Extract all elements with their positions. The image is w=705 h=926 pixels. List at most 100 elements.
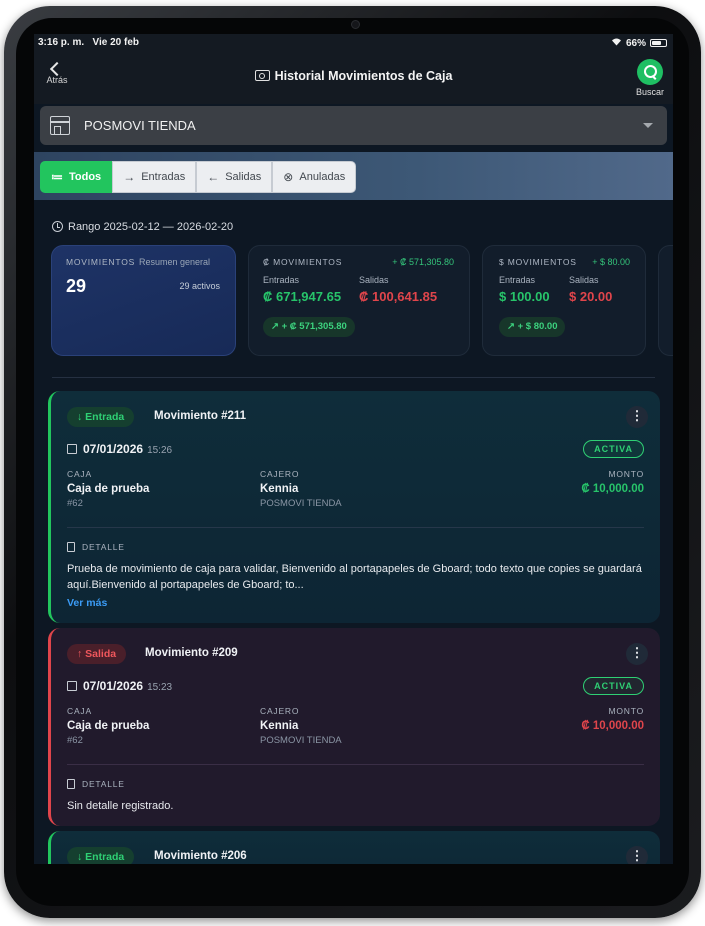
summary-sublabel: Resumen general <box>139 257 211 267</box>
colones-net: + ₡ 571,305.80 <box>392 257 454 267</box>
movement-card[interactable]: ↓ Entrada Movimiento #206 ⋮ <box>48 831 660 864</box>
front-camera <box>351 20 360 29</box>
dolares-in-value: $ 100.00 <box>499 289 550 304</box>
monto-value: ₡ 10,000.00 <box>581 720 644 732</box>
movement-title: Movimiento #211 <box>154 410 247 422</box>
store-icon <box>50 116 70 135</box>
arrow-left-icon: ← <box>207 170 220 184</box>
colones-out-label: Salidas <box>359 275 389 285</box>
summary-label: MOVIMIENTOS <box>66 257 136 267</box>
detalle-text: Sin detalle registrado. <box>67 800 174 812</box>
cash-register-icon <box>254 70 270 81</box>
cajero-value: Kennia <box>260 720 299 732</box>
filter-salidas[interactable]: ← Salidas <box>196 161 273 193</box>
status-time: 3:16 p. m. <box>38 37 85 48</box>
battery-icon <box>650 39 667 47</box>
more-options-button[interactable]: ⋮ <box>626 846 648 864</box>
filter-todos[interactable]: ≔ Todos <box>40 161 113 193</box>
colones-label: ₡ MOVIMIENTOS <box>263 257 343 267</box>
caja-id: #62 <box>67 498 83 509</box>
caja-label: CAJA <box>67 469 92 479</box>
movement-date: 07/01/2026 15:23 <box>67 679 172 693</box>
colones-net-pill: ↗ + ₡ 571,305.80 <box>263 317 355 337</box>
search-button[interactable]: Buscar <box>633 59 667 97</box>
movement-time: 15:23 <box>147 682 173 693</box>
store-selector[interactable]: POSMOVI TIENDA <box>40 106 667 145</box>
monto-value: ₡ 10,000.00 <box>581 483 644 495</box>
status-badge: ACTIVA <box>583 677 644 695</box>
more-options-button[interactable]: ⋮ <box>626 643 648 665</box>
caret-down-icon <box>643 123 653 128</box>
ver-mas-link[interactable]: Ver más <box>67 597 107 609</box>
dolares-net-pill: ↗ + $ 80.00 <box>499 317 566 337</box>
caja-id: #62 <box>67 735 83 746</box>
filter-bar: ≔ Todos → Entradas ← Salidas ⊗ Anuladas <box>34 152 673 200</box>
status-badge: ACTIVA <box>583 440 644 458</box>
document-icon <box>67 542 75 552</box>
calendar-icon <box>67 444 77 454</box>
movement-type-badge: ↓ Entrada <box>67 847 135 864</box>
movement-time: 15:26 <box>147 445 173 456</box>
card-divider <box>67 527 644 528</box>
date-range: Rango 2025-02-12 — 2026-02-20 <box>52 221 233 233</box>
monto-label: MONTO <box>608 706 644 716</box>
page-title-text: Historial Movimientos de Caja <box>274 69 453 83</box>
store-selected-value: POSMOVI TIENDA <box>84 118 196 133</box>
colones-in-label: Entradas <box>263 275 300 285</box>
navigation-bar: Atrás Historial Movimientos de Caja Busc… <box>34 52 673 104</box>
cancel-circle-icon: ⊗ <box>283 170 294 184</box>
summary-card-partial <box>658 245 673 356</box>
search-icon <box>637 59 663 85</box>
summary-card-dolares: $ MOVIMIENTOS + $ 80.00 Entradas Salidas… <box>482 245 646 356</box>
date-range-text: Rango 2025-02-12 — 2026-02-20 <box>68 221 234 233</box>
monto-label: MONTO <box>608 469 644 479</box>
movement-type-badge: ↓ Entrada <box>67 407 135 427</box>
dolares-net: + $ 80.00 <box>592 257 630 267</box>
card-divider <box>67 764 644 765</box>
summary-card-movimientos: MOVIMIENTOS Resumen general 29 29 activo… <box>51 245 236 356</box>
detalle-label: DETALLE <box>67 779 125 789</box>
section-divider <box>52 377 655 378</box>
movement-title: Movimiento #206 <box>154 850 247 862</box>
document-icon <box>67 779 75 789</box>
colones-out-value: ₡ 100,641.85 <box>359 289 438 304</box>
page-title: Historial Movimientos de Caja <box>34 69 673 83</box>
detalle-label: DETALLE <box>67 542 125 552</box>
movement-type-badge: ↑ Salida <box>67 644 127 664</box>
wifi-icon <box>611 37 622 49</box>
filter-segmented-control: ≔ Todos → Entradas ← Salidas ⊗ Anuladas <box>40 161 357 193</box>
cajero-label: CAJERO <box>260 706 300 716</box>
dolares-out-value: $ 20.00 <box>569 289 613 304</box>
filter-anuladas[interactable]: ⊗ Anuladas <box>272 161 357 193</box>
search-label: Buscar <box>635 87 664 97</box>
status-date: Vie 20 feb <box>92 37 139 48</box>
dolares-in-label: Entradas <box>499 275 536 285</box>
summary-card-colones: ₡ MOVIMIENTOS + ₡ 571,305.80 Entradas Sa… <box>248 245 470 356</box>
status-bar: 3:16 p. m. Vie 20 feb 66% <box>34 34 673 52</box>
filter-entradas[interactable]: → Entradas <box>112 161 197 193</box>
detalle-text: Prueba de movimiento de caja para valida… <box>67 563 642 591</box>
cajero-store: POSMOVI TIENDA <box>260 498 342 509</box>
dolares-label: $ MOVIMIENTOS <box>499 257 577 267</box>
list-icon: ≔ <box>51 170 63 184</box>
calendar-icon <box>67 681 77 691</box>
movement-card[interactable]: ↓ Entrada Movimiento #211 ⋮ 07/01/2026 15… <box>48 391 660 623</box>
app-screen: 3:16 p. m. Vie 20 feb 66% Atrás Historia… <box>34 34 673 864</box>
summary-active-count: 29 activos <box>179 281 220 291</box>
cajero-value: Kennia <box>260 483 299 495</box>
caja-label: CAJA <box>67 706 92 716</box>
movement-date: 07/01/2026 15:26 <box>67 442 172 456</box>
cajero-store: POSMOVI TIENDA <box>260 735 342 746</box>
arrow-right-icon: → <box>123 170 136 184</box>
dolares-out-label: Salidas <box>569 275 599 285</box>
movement-card[interactable]: ↑ Salida Movimiento #209 ⋮ 07/01/2026 15:… <box>48 628 660 826</box>
clock-icon <box>52 221 63 232</box>
colones-in-value: ₡ 671,947.65 <box>263 289 342 304</box>
cajero-label: CAJERO <box>260 469 300 479</box>
caja-value: Caja de prueba <box>67 720 150 732</box>
battery-percent: 66% <box>625 37 646 49</box>
more-options-button[interactable]: ⋮ <box>626 406 648 428</box>
summary-count: 29 <box>66 276 87 296</box>
movement-title: Movimiento #209 <box>145 647 238 659</box>
caja-value: Caja de prueba <box>67 483 150 495</box>
